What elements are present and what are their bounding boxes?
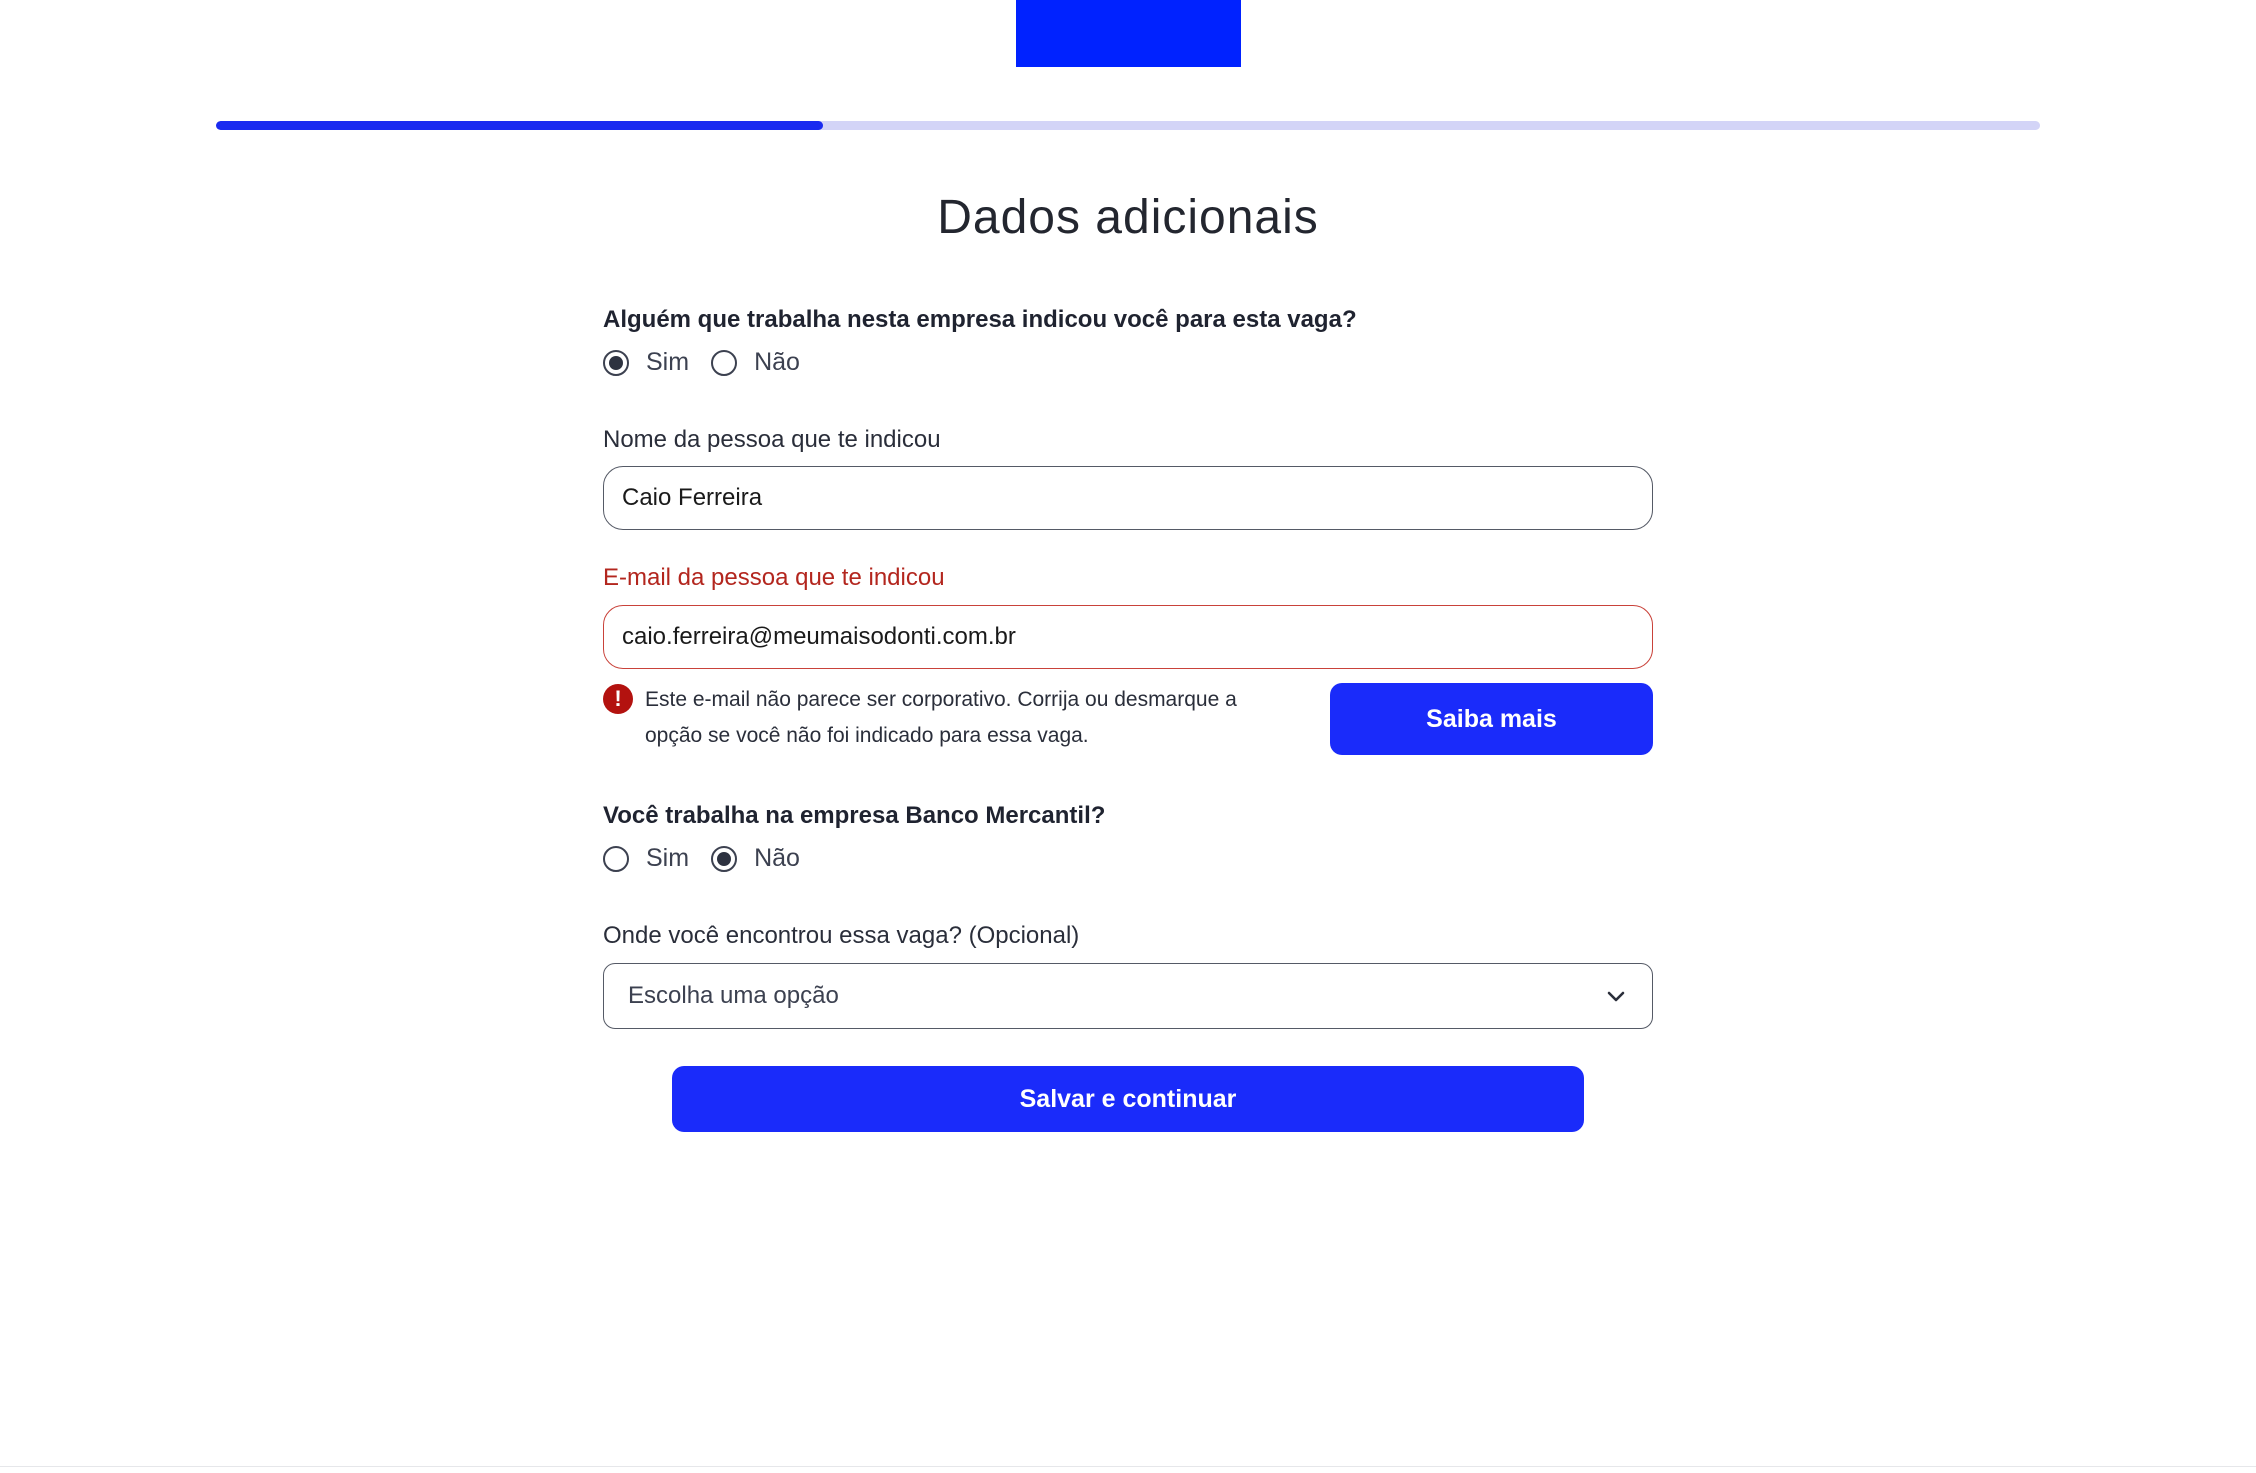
- referrer-name-label: Nome da pessoa que te indicou: [603, 426, 941, 453]
- radio-button[interactable]: [711, 845, 738, 872]
- referral-option-yes[interactable]: Sim: [603, 348, 689, 377]
- exclamation-icon: !: [603, 684, 633, 714]
- source-label: Onde você encontrou essa vaga? (Opcional…: [603, 922, 1080, 949]
- referral-radio-group: Sim Não: [603, 348, 822, 377]
- company-logo: [1016, 0, 1241, 67]
- referrer-email-label: E-mail da pessoa que te indicou: [603, 564, 945, 591]
- chevron-down-icon: [1607, 991, 1625, 1002]
- radio-selected-dot: [717, 851, 732, 866]
- radio-label: Sim: [646, 844, 690, 872]
- progress-bar: [216, 121, 2040, 130]
- employee-option-yes[interactable]: Sim: [603, 844, 689, 873]
- page-title: Dados adicionais: [937, 191, 1319, 244]
- learn-more-button[interactable]: Saiba mais: [1330, 683, 1653, 755]
- radio-button[interactable]: [603, 845, 629, 872]
- employee-option-no[interactable]: Não: [711, 844, 800, 873]
- referral-option-no[interactable]: Não: [711, 348, 800, 377]
- error-text: Este e-mail não parece ser corporativo. …: [645, 688, 1237, 747]
- progress-bar-fill: [216, 121, 824, 130]
- referral-question-label: Alguém que trabalha nesta empresa indico…: [603, 306, 1357, 333]
- source-select[interactable]: Escolha uma opção: [603, 963, 1653, 1029]
- save-continue-button[interactable]: Salvar e continuar: [672, 1066, 1584, 1132]
- referrer-name-input[interactable]: [603, 466, 1653, 530]
- radio-button[interactable]: [711, 349, 738, 376]
- select-value: Escolha uma opção: [628, 982, 839, 1009]
- employee-radio-group: Sim Não: [603, 844, 822, 873]
- employee-question-label: Você trabalha na empresa Banco Mercantil…: [603, 802, 1106, 829]
- email-error-message: ! Este e-mail não parece ser corporativo…: [603, 682, 1283, 754]
- radio-selected-dot: [609, 355, 623, 370]
- radio-label: Não: [754, 348, 800, 376]
- radio-label: Não: [754, 844, 800, 872]
- radio-button[interactable]: [603, 349, 629, 376]
- footer-divider: [0, 1466, 2256, 1467]
- radio-label: Sim: [646, 348, 690, 376]
- page: Dados adicionais Alguém que trabalha nes…: [0, 0, 2256, 1473]
- referrer-email-input[interactable]: [603, 605, 1653, 669]
